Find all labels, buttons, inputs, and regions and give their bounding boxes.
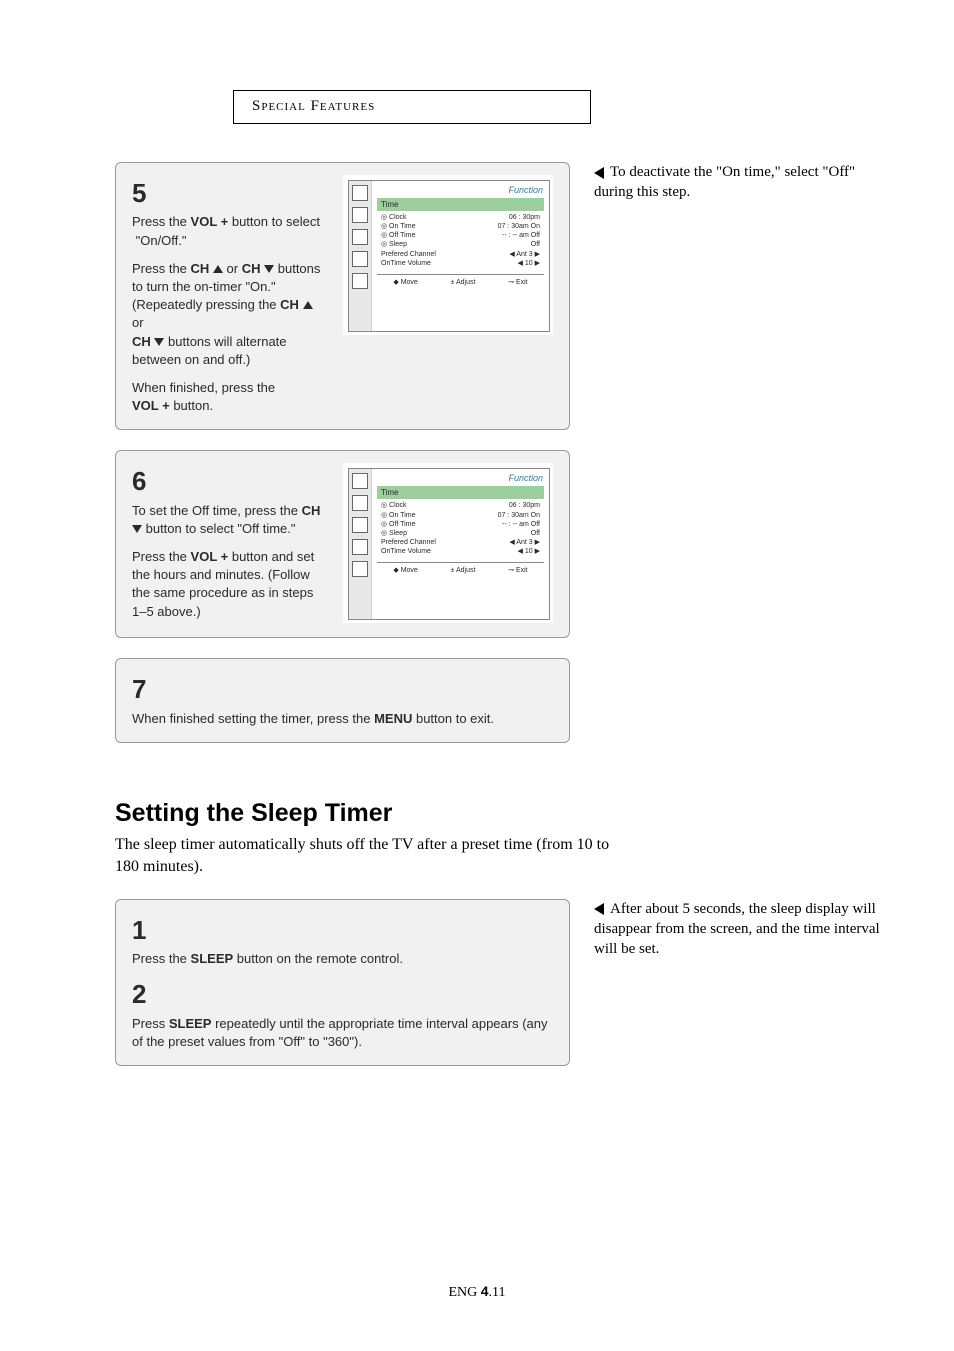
osd-row: ◎ Clock06 : 30pm xyxy=(377,213,544,222)
osd-row: Prefered Channel◀ Ant 3 ▶ xyxy=(377,538,544,547)
osd-function-label: Function xyxy=(508,472,543,485)
section-header-text: Special Features xyxy=(252,98,375,114)
osd-function-label: Function xyxy=(508,184,543,197)
osd-row: OnTime Volume◀ 10 ▶ xyxy=(377,259,544,268)
sleep-note: After about 5 seconds, the sleep display… xyxy=(594,899,894,960)
osd-row: ◎ SleepOff xyxy=(377,529,544,538)
triangle-up-icon xyxy=(213,265,223,273)
osd-sidebar-icons xyxy=(349,469,372,619)
step-5-box: 5 Press the VOL + button to select "On/O… xyxy=(115,162,570,430)
osd-icon xyxy=(352,251,368,267)
osd-row: Prefered Channel◀ Ant 3 ▶ xyxy=(377,250,544,259)
osd-row: ◎ On Time07 : 30am On xyxy=(377,222,544,231)
osd-row: ◎ Off Time-- : -- am Off xyxy=(377,231,544,240)
step-5-number: 5 xyxy=(132,175,327,211)
osd-row: ◎ On Time07 : 30am On xyxy=(377,511,544,520)
page-footer: ENG 4.11 xyxy=(0,1283,954,1301)
triangle-up-icon xyxy=(303,301,313,309)
pointer-left-icon xyxy=(594,903,604,915)
step-5-para-1: Press the VOL + button to select "On/Off… xyxy=(132,213,327,249)
osd-icon xyxy=(352,539,368,555)
pointer-left-icon xyxy=(594,167,604,179)
step-5-para-2: Press the CH or CH buttons to turn the o… xyxy=(132,260,327,369)
osd-icon xyxy=(352,273,368,289)
step-6-osd-image: Function Time ◎ Clock06 : 30pm◎ On Time0… xyxy=(343,463,553,623)
sleep-step-2-para: Press SLEEP repeatedly until the appropr… xyxy=(132,1015,553,1051)
step-7-box: 7 When finished setting the timer, press… xyxy=(115,658,570,743)
osd-time-title: Time xyxy=(377,486,544,499)
step-5-osd-image: Function Time ◎ Clock06 : 30pm◎ On Time0… xyxy=(343,175,553,335)
sleep-step-1-para: Press the SLEEP button on the remote con… xyxy=(132,950,553,968)
step-7-para: When finished setting the timer, press t… xyxy=(132,710,553,728)
step-6-para-1: To set the Off time, press the CH button… xyxy=(132,502,327,538)
sleep-step-1-box: 1 Press the SLEEP button on the remote c… xyxy=(115,899,570,1066)
osd-icon xyxy=(352,495,368,511)
osd-row: ◎ Off Time-- : -- am Off xyxy=(377,520,544,529)
osd-row: ◎ Clock06 : 30pm xyxy=(377,501,544,510)
step-6-box: 6 To set the Off time, press the CH butt… xyxy=(115,450,570,638)
osd-icon xyxy=(352,207,368,223)
sleep-step-1-number: 1 xyxy=(132,912,553,948)
osd-icon xyxy=(352,473,368,489)
osd-icon xyxy=(352,561,368,577)
step-6-number: 6 xyxy=(132,463,327,499)
step-5-para-3: When finished, press the VOL + button. xyxy=(132,379,327,415)
step-6-para-2: Press the VOL + button and set the hours… xyxy=(132,548,327,621)
triangle-down-icon xyxy=(132,525,142,533)
sleep-timer-intro: The sleep timer automatically shuts off … xyxy=(115,834,615,879)
osd-time-title: Time xyxy=(377,198,544,211)
osd-icon xyxy=(352,517,368,533)
osd-icon xyxy=(352,229,368,245)
deactivate-note: To deactivate the "On time," select "Off… xyxy=(594,162,894,203)
sleep-step-2-number: 2 xyxy=(132,976,553,1012)
triangle-down-icon xyxy=(154,338,164,346)
osd-row: OnTime Volume◀ 10 ▶ xyxy=(377,547,544,556)
section-header: Special Features xyxy=(233,90,591,124)
step-7-number: 7 xyxy=(132,671,553,707)
osd-sidebar-icons xyxy=(349,181,372,331)
sleep-timer-heading: Setting the Sleep Timer xyxy=(115,799,894,828)
osd-row: ◎ SleepOff xyxy=(377,240,544,249)
osd-icon xyxy=(352,185,368,201)
triangle-down-icon xyxy=(264,265,274,273)
